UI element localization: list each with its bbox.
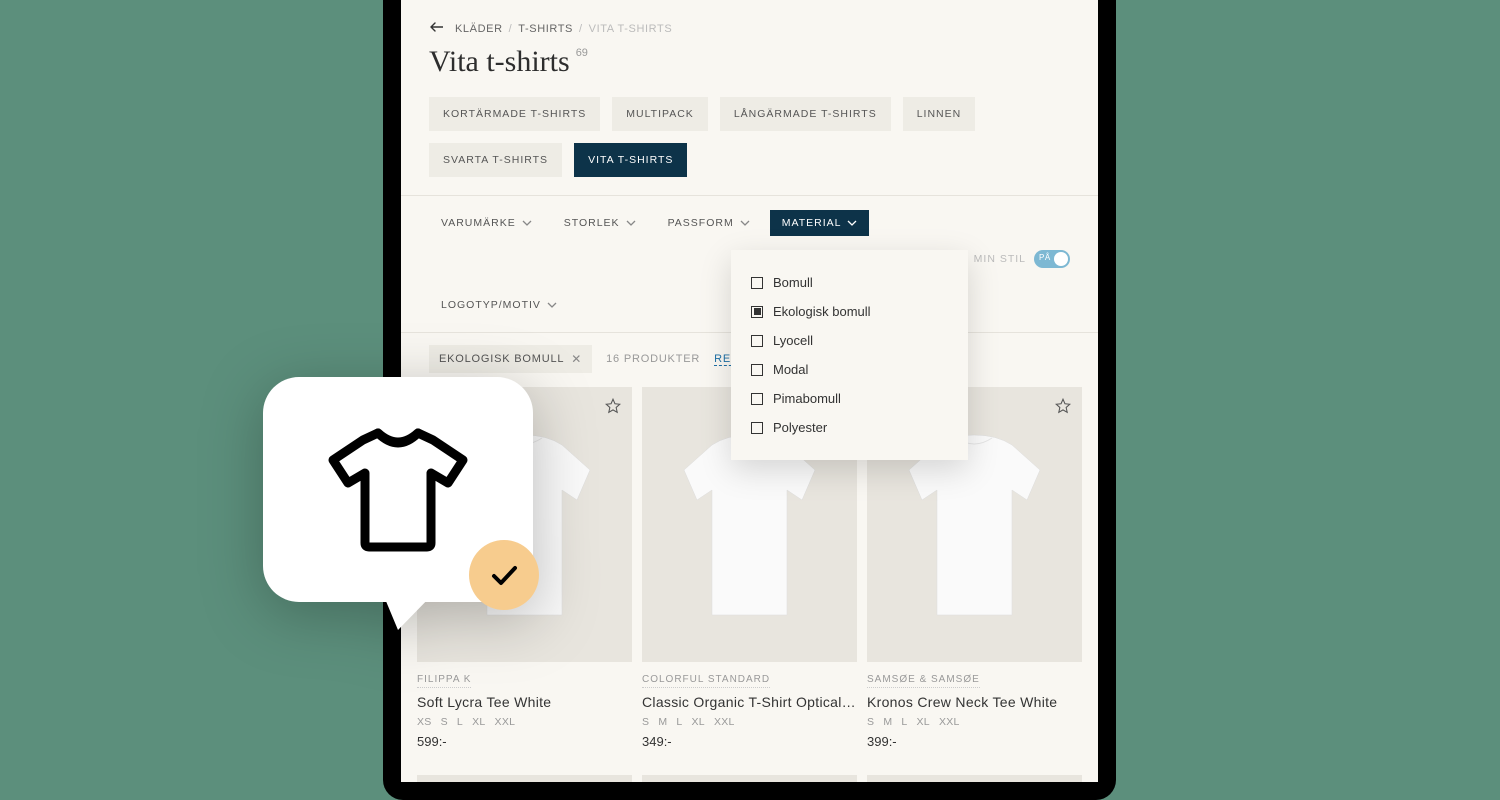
size-option[interactable]: XL [692,716,705,728]
product-sizes: SML XL XXL [642,716,857,728]
filter-material-label: MATERIAL [782,217,842,229]
product-brand: FILIPPA K [417,674,471,688]
product-brand: SAMSØE & SAMSØE [867,674,980,688]
filter-logotyp[interactable]: LOGOTYP/MOTIV [429,292,569,318]
product-sizes: SML XL XXL [867,716,1082,728]
filter-passform[interactable]: PASSFORM [656,210,762,236]
size-option[interactable]: L [457,716,463,728]
material-option-lyocell[interactable]: Lyocell [751,326,948,355]
chip-vita[interactable]: VITA T-SHIRTS [574,143,687,177]
checkbox-icon [751,277,763,289]
material-option-ekologisk[interactable]: Ekologisk bomull [751,297,948,326]
product-image [867,775,1082,782]
material-option-modal[interactable]: Modal [751,355,948,384]
product-price: 399:- [867,734,1082,749]
material-option-label: Modal [773,362,808,377]
checkbox-icon [751,422,763,434]
chip-kortarmade[interactable]: KORTÄRMADE T-SHIRTS [429,97,600,131]
my-style-toggle[interactable]: PÅ [1034,250,1070,268]
overlay-speech-bubble [263,377,533,602]
breadcrumb-l3: VITA T-SHIRTS [589,23,673,35]
category-chips: KORTÄRMADE T-SHIRTS MULTIPACK LÅNGÄRMADE… [429,97,1070,177]
filter-storlek[interactable]: STORLEK [552,210,648,236]
favorite-star-icon[interactable] [1054,397,1072,420]
my-style-label: MIN STIL [974,253,1026,265]
result-count: 16 PRODUKTER [606,353,700,365]
size-option[interactable]: XXL [939,716,960,728]
filter-storlek-label: STORLEK [564,217,620,229]
filters-row: VARUMÄRKE STORLEK PASSFORM MATERIAL [429,196,1070,332]
check-icon [487,558,521,592]
size-option[interactable]: XS [417,716,432,728]
filter-material[interactable]: MATERIAL [770,210,870,236]
product-brand: COLORFUL STANDARD [642,674,770,688]
material-dropdown: Bomull Ekologisk bomull Lyocell Modal [731,250,968,460]
filter-passform-label: PASSFORM [668,217,734,229]
product-sizes: XS SL XL XXL [417,716,632,728]
size-option[interactable]: XL [917,716,930,728]
material-option-label: Polyester [773,420,827,435]
breadcrumb-l1[interactable]: KLÄDER [455,23,503,35]
page-title: Vita t-shirts [429,45,570,79]
product-price: 349:- [642,734,857,749]
product-card[interactable] [417,775,632,782]
checkbox-icon [751,364,763,376]
chevron-down-icon [547,302,557,308]
material-option-label: Ekologisk bomull [773,304,871,319]
material-option-polyester[interactable]: Polyester [751,413,948,442]
applied-filter-tag[interactable]: EKOLOGISK BOMULL ✕ [429,345,592,373]
page-count: 69 [576,47,588,59]
checkbox-checked-icon [751,306,763,318]
my-style-toggle-group: MIN STIL PÅ [974,250,1070,268]
chevron-down-icon [522,220,532,226]
applied-filter-label: EKOLOGISK BOMULL [439,353,564,365]
breadcrumb-l2[interactable]: T-SHIRTS [518,23,573,35]
product-image [642,775,857,782]
size-option[interactable]: XXL [714,716,735,728]
product-name: Kronos Crew Neck Tee White [867,694,1082,710]
size-option[interactable]: M [883,716,892,728]
toggle-on-text: PÅ [1039,253,1051,262]
tshirt-icon [323,425,473,555]
chevron-down-icon [847,220,857,226]
material-option-label: Lyocell [773,333,813,348]
product-card[interactable] [642,775,857,782]
checkbox-icon [751,393,763,405]
size-option[interactable]: M [658,716,667,728]
filter-varumarke[interactable]: VARUMÄRKE [429,210,544,236]
product-card[interactable] [867,775,1082,782]
breadcrumb-sep: / [579,23,583,35]
material-option-label: Pimabomull [773,391,841,406]
chevron-down-icon [626,220,636,226]
breadcrumb: KLÄDER / T-SHIRTS / VITA T-SHIRTS [429,22,1070,35]
product-name: Soft Lycra Tee White [417,694,632,710]
chip-svarta[interactable]: SVARTA T-SHIRTS [429,143,562,177]
chevron-down-icon [740,220,750,226]
size-option[interactable]: XL [472,716,485,728]
product-price: 599:- [417,734,632,749]
size-option[interactable]: S [867,716,874,728]
filter-varumarke-label: VARUMÄRKE [441,217,516,229]
size-option[interactable]: XXL [495,716,516,728]
success-check-badge [469,540,539,610]
close-icon[interactable]: ✕ [571,352,582,366]
chip-linnen[interactable]: LINNEN [903,97,976,131]
filter-logotyp-label: LOGOTYP/MOTIV [441,299,541,311]
size-option[interactable]: S [441,716,448,728]
product-name: Classic Organic T-Shirt Optical… [642,694,857,710]
material-option-bomull[interactable]: Bomull [751,268,948,297]
back-arrow-icon[interactable] [429,22,443,35]
favorite-star-icon[interactable] [604,397,622,420]
size-option[interactable]: S [642,716,649,728]
material-option-label: Bomull [773,275,813,290]
size-option[interactable]: L [901,716,907,728]
size-option[interactable]: L [676,716,682,728]
material-option-pimabomull[interactable]: Pimabomull [751,384,948,413]
chip-langarmade[interactable]: LÅNGÄRMADE T-SHIRTS [720,97,891,131]
chip-multipack[interactable]: MULTIPACK [612,97,708,131]
breadcrumb-sep: / [509,23,513,35]
product-image [417,775,632,782]
checkbox-icon [751,335,763,347]
toggle-knob [1054,252,1068,266]
